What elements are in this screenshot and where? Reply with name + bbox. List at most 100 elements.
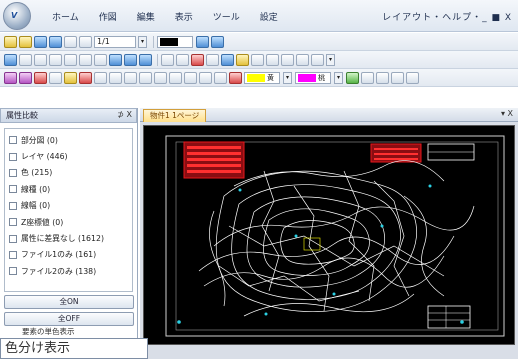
checkbox[interactable] — [9, 234, 17, 243]
page-number-field[interactable]: 1/1 — [94, 35, 136, 48]
zoom-fit-icon[interactable] — [19, 53, 32, 66]
list-item[interactable]: 線種 (0) — [9, 181, 128, 197]
extend-icon[interactable] — [199, 71, 212, 84]
move-icon[interactable] — [124, 71, 137, 84]
panel-controls[interactable]: ⊅ X — [117, 110, 132, 119]
checkbox[interactable] — [9, 185, 17, 194]
mirror-icon[interactable] — [154, 71, 167, 84]
checkbox[interactable] — [9, 152, 17, 161]
all-on-button[interactable]: 全ON — [4, 295, 134, 309]
checkbox[interactable] — [9, 136, 17, 145]
drawing-canvas[interactable] — [143, 125, 515, 345]
copy-icon[interactable] — [109, 71, 122, 84]
color-select[interactable] — [157, 35, 193, 48]
zoom-prev-icon[interactable] — [64, 53, 77, 66]
grid-icon[interactable] — [206, 53, 219, 66]
list-item[interactable]: ファイル2のみ (138) — [9, 263, 128, 279]
layer-icon[interactable] — [221, 53, 234, 66]
black-swatch — [160, 37, 178, 46]
secondary-color-dropdown[interactable]: ▾ — [334, 71, 343, 84]
line-icon[interactable] — [4, 71, 17, 84]
list-item[interactable]: 部分図 (0) — [9, 132, 128, 148]
list-item[interactable]: 属性に差異なし (1612) — [9, 230, 128, 246]
checkbox[interactable] — [9, 168, 17, 177]
offset-icon[interactable] — [214, 71, 227, 84]
rectangle-icon[interactable] — [34, 71, 47, 84]
menu-draw[interactable]: 作図 — [99, 10, 117, 23]
print-icon[interactable] — [64, 35, 77, 48]
zoom-out-icon[interactable] — [49, 53, 62, 66]
menu-home[interactable]: ホーム — [52, 10, 79, 23]
page-dropdown[interactable]: ▾ — [138, 35, 147, 48]
dimension-tool-icon[interactable] — [94, 71, 107, 84]
snap-icon[interactable] — [281, 53, 294, 66]
search-icon[interactable] — [311, 53, 324, 66]
measure-icon[interactable] — [251, 53, 264, 66]
list-item[interactable]: 色 (215) — [9, 165, 128, 181]
symbol-icon[interactable] — [79, 71, 92, 84]
window-tile-icon[interactable] — [211, 35, 224, 48]
app-menu-button[interactable]: V — [3, 2, 31, 30]
contour-lines — [198, 160, 475, 317]
layer-settings-icon[interactable] — [406, 71, 419, 84]
menu-tools[interactable]: ツール — [213, 10, 240, 23]
redo-icon[interactable] — [176, 53, 189, 66]
item-label: 部分図 (0) — [21, 135, 58, 145]
print-preview-icon[interactable] — [79, 35, 92, 48]
save-icon[interactable] — [34, 35, 47, 48]
layer-lock-icon[interactable] — [376, 71, 389, 84]
primary-color-select[interactable]: 黄 — [244, 71, 280, 84]
zoom-all-icon[interactable] — [94, 53, 107, 66]
erase-icon[interactable] — [229, 71, 242, 84]
compare-icon[interactable] — [236, 53, 249, 66]
pan-icon[interactable] — [109, 53, 122, 66]
legend-box — [427, 143, 475, 161]
document-controls[interactable]: ▾ X — [501, 109, 513, 118]
checkbox[interactable] — [9, 267, 17, 276]
document-tabbar: 物件1 1ページ ▾ X — [140, 108, 518, 122]
drawing-svg — [165, 135, 505, 337]
checkbox[interactable] — [9, 218, 17, 227]
undo-icon[interactable] — [161, 53, 174, 66]
redraw-icon[interactable] — [124, 53, 137, 66]
properties-icon[interactable] — [296, 53, 309, 66]
new-file-icon[interactable] — [4, 35, 17, 48]
delete-icon[interactable] — [191, 53, 204, 66]
secondary-color-select[interactable]: 桃 — [295, 71, 331, 84]
zoom-area-icon[interactable] — [79, 53, 92, 66]
list-item[interactable]: レイヤ (446) — [9, 148, 128, 164]
scale-icon[interactable] — [169, 71, 182, 84]
rotate-icon[interactable] — [139, 71, 152, 84]
menu-settings[interactable]: 設定 — [260, 10, 278, 23]
checkbox[interactable] — [9, 250, 17, 259]
tab-document[interactable]: 物件1 1ページ — [143, 109, 207, 122]
list-item[interactable]: Z座標値 (0) — [9, 214, 128, 230]
layer-color-icon[interactable] — [391, 71, 404, 84]
layer-off-icon[interactable] — [361, 71, 374, 84]
zoom-in-icon[interactable] — [34, 53, 47, 66]
all-off-button[interactable]: 全OFF — [4, 312, 134, 326]
menu-view[interactable]: 表示 — [175, 10, 193, 23]
hatch-icon[interactable] — [64, 71, 77, 84]
item-label: 線幅 (0) — [21, 201, 51, 211]
document-area: 物件1 1ページ ▾ X — [140, 108, 518, 359]
window-controls[interactable]: レイアウト・ヘルプ・_ ■ X — [382, 10, 512, 23]
refresh-icon[interactable] — [139, 53, 152, 66]
layer-on-icon[interactable] — [346, 71, 359, 84]
zoom-window-icon[interactable] — [4, 53, 17, 66]
arc-icon[interactable] — [19, 71, 32, 84]
list-item[interactable]: 線幅 (0) — [9, 198, 128, 214]
checkbox[interactable] — [9, 201, 17, 210]
list-item[interactable]: ファイル1のみ (161) — [9, 247, 128, 263]
trim-icon[interactable] — [184, 71, 197, 84]
item-label: ファイル1のみ (161) — [21, 250, 97, 260]
menu-edit[interactable]: 編集 — [137, 10, 155, 23]
save-as-icon[interactable] — [49, 35, 62, 48]
primary-color-dropdown[interactable]: ▾ — [283, 71, 292, 84]
open-folder-icon[interactable] — [19, 35, 32, 48]
window-split-icon[interactable] — [196, 35, 209, 48]
single-color-link[interactable]: 要素の単色表示 — [22, 326, 75, 337]
text-icon[interactable] — [49, 71, 62, 84]
search-dropdown[interactable]: ▾ — [326, 53, 335, 66]
dimension-icon[interactable] — [266, 53, 279, 66]
